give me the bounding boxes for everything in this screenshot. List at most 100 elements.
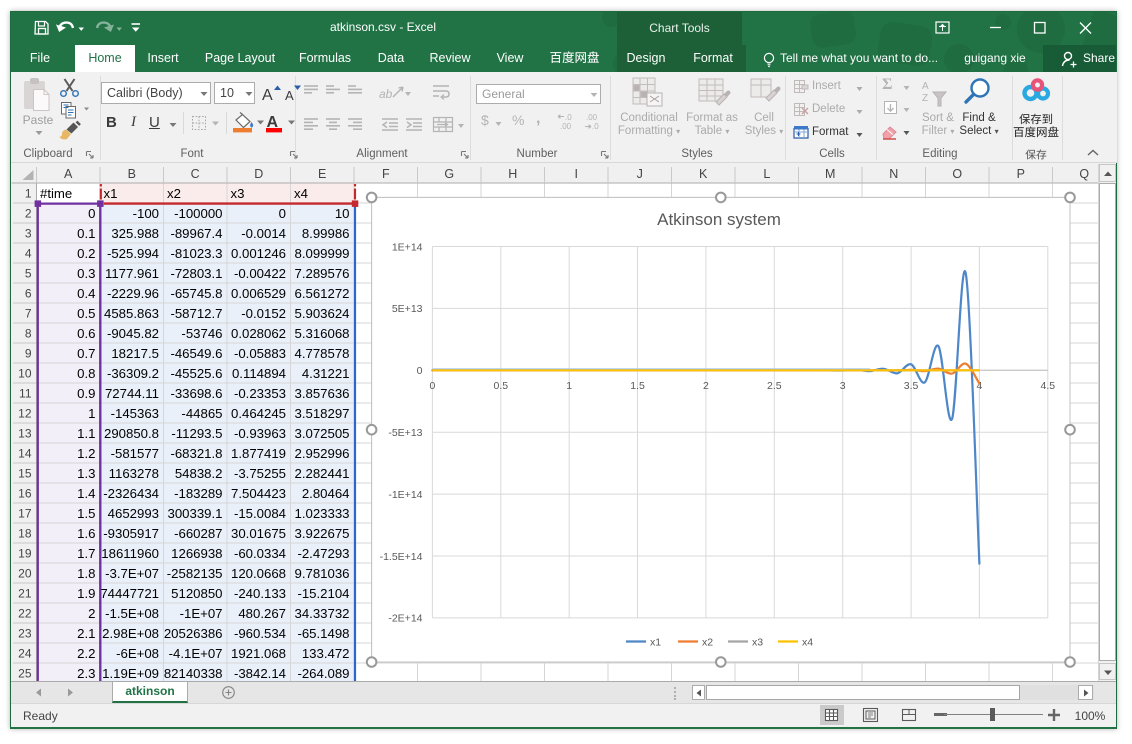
svg-text:18: 18 xyxy=(18,527,32,541)
svg-text:-0.05883: -0.05883 xyxy=(234,346,286,361)
svg-text:-15.0084: -15.0084 xyxy=(234,506,286,521)
svg-text:Q: Q xyxy=(1079,167,1089,181)
svg-text:-89967.4: -89967.4 xyxy=(170,226,222,241)
svg-text:-3.7E+07: -3.7E+07 xyxy=(105,566,159,581)
svg-text:34.33732: 34.33732 xyxy=(294,606,349,621)
svg-text:-3.75255: -3.75255 xyxy=(234,466,286,481)
svg-text:3.857636: 3.857636 xyxy=(294,386,349,401)
svg-text:23: 23 xyxy=(18,627,32,641)
svg-text:1.5: 1.5 xyxy=(77,506,95,521)
svg-text:H: H xyxy=(508,167,517,181)
svg-text:14: 14 xyxy=(18,447,32,461)
svg-text:-53746: -53746 xyxy=(181,326,222,341)
svg-text:1163278: 1163278 xyxy=(109,466,159,481)
svg-text:54838.2: 54838.2 xyxy=(175,466,223,481)
svg-text:3.072505: 3.072505 xyxy=(294,426,349,441)
svg-text:1.8: 1.8 xyxy=(77,566,95,581)
svg-text:10: 10 xyxy=(18,367,32,381)
svg-text:-960.534: -960.534 xyxy=(234,626,286,641)
svg-text:3: 3 xyxy=(840,380,846,392)
svg-text:17: 17 xyxy=(18,507,32,521)
svg-text:x4: x4 xyxy=(802,637,813,649)
svg-text:-60.0334: -60.0334 xyxy=(234,546,286,561)
svg-text:9: 9 xyxy=(25,347,32,361)
svg-text:7.504423: 7.504423 xyxy=(231,486,286,501)
svg-text:-581577: -581577 xyxy=(111,446,159,461)
svg-text:0.8: 0.8 xyxy=(77,366,95,381)
svg-text:18217.5: 18217.5 xyxy=(111,346,159,361)
svg-text:1921.068: 1921.068 xyxy=(231,646,286,661)
svg-text:-0.0014: -0.0014 xyxy=(241,226,286,241)
svg-text:3: 3 xyxy=(25,227,32,241)
svg-text:-2326434: -2326434 xyxy=(103,486,159,501)
svg-text:-0.93963: -0.93963 xyxy=(234,426,286,441)
svg-text:x2: x2 xyxy=(167,186,181,201)
svg-text:B: B xyxy=(128,167,136,181)
svg-text:N: N xyxy=(889,167,898,181)
svg-text:-36309.2: -36309.2 xyxy=(107,366,159,381)
svg-text:1: 1 xyxy=(566,380,572,392)
svg-text:-100000: -100000 xyxy=(174,206,222,221)
svg-text:4652993: 4652993 xyxy=(108,506,159,521)
svg-text:2.80464: 2.80464 xyxy=(302,486,350,501)
svg-text:O: O xyxy=(952,167,962,181)
svg-text:-2582135: -2582135 xyxy=(167,566,223,581)
svg-text:0: 0 xyxy=(279,206,286,221)
svg-text:3.922675: 3.922675 xyxy=(294,526,349,541)
svg-text:18611960: 18611960 xyxy=(101,546,159,561)
svg-text:1.023333: 1.023333 xyxy=(294,506,349,521)
svg-text:1.19E+09: 1.19E+09 xyxy=(102,666,159,681)
svg-text:-1E+07: -1E+07 xyxy=(180,606,223,621)
svg-text:74447721: 74447721 xyxy=(100,586,159,601)
svg-text:1.4: 1.4 xyxy=(77,486,95,501)
svg-text:2.952996: 2.952996 xyxy=(294,446,349,461)
svg-text:0.006529: 0.006529 xyxy=(231,286,286,301)
svg-text:0.7: 0.7 xyxy=(77,346,95,361)
svg-text:-660287: -660287 xyxy=(174,526,222,541)
svg-text:480.267: 480.267 xyxy=(238,606,286,621)
svg-text:P: P xyxy=(1017,167,1025,181)
svg-text:-0.23353: -0.23353 xyxy=(234,386,286,401)
svg-text:20: 20 xyxy=(18,567,32,581)
svg-text:x2: x2 xyxy=(702,637,713,649)
svg-text:F: F xyxy=(382,167,390,181)
svg-text:4.31221: 4.31221 xyxy=(302,366,350,381)
svg-text:19: 19 xyxy=(18,547,32,561)
svg-text:82140338: 82140338 xyxy=(164,666,223,681)
svg-text:-183289: -183289 xyxy=(174,486,222,501)
svg-text:-4.1E+07: -4.1E+07 xyxy=(169,646,223,661)
svg-text:x1: x1 xyxy=(650,637,661,649)
svg-text:1.1: 1.1 xyxy=(77,426,95,441)
svg-text:0.464245: 0.464245 xyxy=(231,406,286,421)
svg-text:-15.2104: -15.2104 xyxy=(297,586,349,601)
svg-text:-100: -100 xyxy=(133,206,159,221)
svg-text:1.7: 1.7 xyxy=(77,546,95,561)
svg-text:-145363: -145363 xyxy=(111,406,159,421)
svg-text:22: 22 xyxy=(18,607,32,621)
svg-text:L: L xyxy=(763,167,770,181)
svg-text:8.099999: 8.099999 xyxy=(294,246,349,261)
svg-text:C: C xyxy=(191,167,200,181)
svg-text:1.3: 1.3 xyxy=(77,466,95,481)
svg-text:-2E+14: -2E+14 xyxy=(388,613,422,625)
svg-text:-1E+14: -1E+14 xyxy=(388,489,422,501)
svg-text:E: E xyxy=(318,167,326,181)
svg-text:3.518297: 3.518297 xyxy=(294,406,349,421)
svg-text:10: 10 xyxy=(335,206,350,221)
svg-text:4.5: 4.5 xyxy=(1040,380,1055,392)
svg-text:0.2: 0.2 xyxy=(77,246,95,261)
svg-text:1: 1 xyxy=(25,187,32,201)
svg-text:1.5: 1.5 xyxy=(630,380,645,392)
svg-text:1: 1 xyxy=(88,406,95,421)
svg-text:21: 21 xyxy=(18,587,32,601)
svg-text:-1.5E+08: -1.5E+08 xyxy=(105,606,159,621)
svg-text:4: 4 xyxy=(25,247,32,261)
svg-text:5: 5 xyxy=(25,267,32,281)
svg-text:0.1: 0.1 xyxy=(77,226,95,241)
svg-text:300339.1: 300339.1 xyxy=(167,506,222,521)
svg-text:-9045.82: -9045.82 xyxy=(107,326,159,341)
svg-text:13: 13 xyxy=(18,427,32,441)
svg-text:8: 8 xyxy=(25,327,32,341)
svg-text:1.9: 1.9 xyxy=(77,586,95,601)
svg-text:-45525.6: -45525.6 xyxy=(170,366,222,381)
